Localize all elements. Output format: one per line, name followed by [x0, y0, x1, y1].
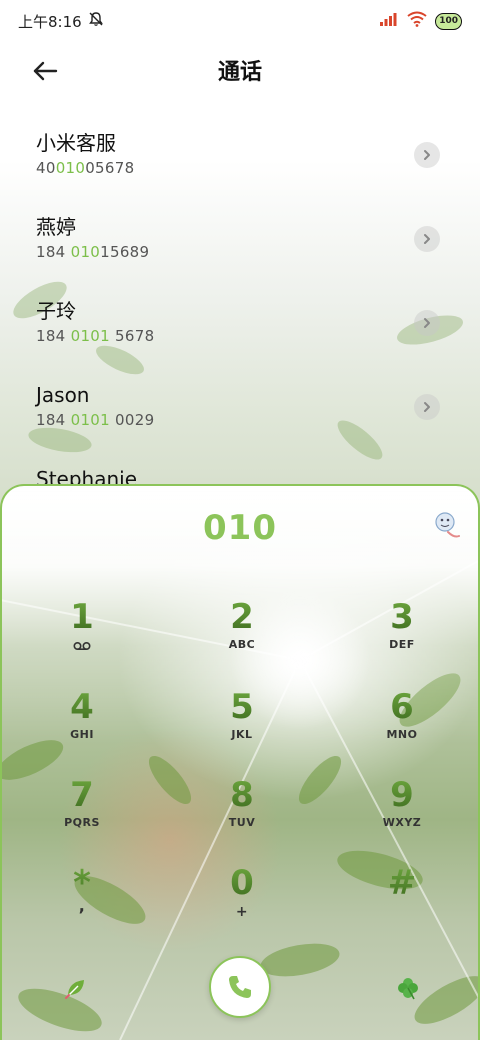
header: 通话: [0, 48, 480, 92]
number-suffix: 15689: [100, 243, 150, 261]
contact-row[interactable]: 燕婷 184 01015689: [0, 196, 480, 280]
status-right: 100: [379, 11, 462, 31]
mute-icon: [88, 11, 104, 31]
status-time: 上午8:16: [18, 12, 82, 31]
key-letters: ,: [78, 896, 86, 915]
number-match: 0101: [70, 411, 110, 429]
key-letters: MNO: [386, 728, 418, 741]
contact-row[interactable]: 小米客服 4001005678: [0, 112, 480, 196]
key-digit: 5: [230, 687, 254, 727]
key-7[interactable]: 7 PQRS: [2, 772, 162, 860]
contact-row[interactable]: Jason 184 0101 0029: [0, 364, 480, 448]
key-digit: 1: [70, 597, 94, 637]
dialed-number[interactable]: 010: [2, 508, 478, 548]
key-digit: 3: [390, 597, 414, 637]
key-5[interactable]: 5 JKL: [162, 684, 322, 772]
key-3[interactable]: 3 DEF: [322, 594, 478, 684]
key-hash[interactable]: #: [322, 860, 478, 950]
status-bar: 上午8:16 100: [0, 0, 480, 42]
battery-indicator: 100: [435, 12, 462, 30]
key-1[interactable]: 1: [2, 594, 162, 684]
key-digit: #: [387, 863, 417, 903]
key-digit: 8: [230, 775, 254, 815]
number-suffix: 0029: [109, 411, 155, 429]
key-letters: TUV: [228, 816, 256, 829]
key-6[interactable]: 6 MNO: [322, 684, 478, 772]
number-prefix: 184: [36, 411, 71, 429]
contact-detail-button[interactable]: [414, 394, 440, 420]
status-left: 上午8:16: [18, 11, 104, 32]
key-8[interactable]: 8 TUV: [162, 772, 322, 860]
phone-icon: [229, 976, 251, 998]
key-letters: WXYZ: [382, 816, 422, 829]
key-letters: DEF: [389, 638, 415, 651]
key-digit: 9: [390, 775, 414, 815]
key-2[interactable]: 2 ABC: [162, 594, 322, 684]
call-button[interactable]: [209, 956, 271, 1018]
leaf-icon[interactable]: [64, 976, 88, 1000]
number-prefix: 184: [36, 243, 71, 261]
contact-number: 4001005678: [36, 159, 480, 177]
wifi-icon: [407, 11, 427, 31]
key-digit: 0: [230, 863, 254, 903]
number-match: 0101: [70, 327, 110, 345]
number-match: 010: [55, 159, 86, 177]
contact-list: 小米客服 4001005678 燕婷 184 01015689 子玲 184 0…: [0, 112, 480, 532]
contact-detail-button[interactable]: [414, 226, 440, 252]
chevron-right-icon: [424, 234, 430, 244]
contact-number: 184 0101 0029: [36, 411, 480, 429]
key-letters: ABC: [228, 638, 256, 651]
key-4[interactable]: 4 GHI: [2, 684, 162, 772]
number-match: 010: [70, 243, 101, 261]
key-0[interactable]: 0 +: [162, 860, 322, 950]
clover-icon[interactable]: [396, 976, 420, 1000]
back-button[interactable]: [30, 56, 60, 86]
key-digit: 6: [390, 687, 414, 727]
key-9[interactable]: 9 WXYZ: [322, 772, 478, 860]
sticker-icon[interactable]: [434, 510, 460, 542]
number-prefix: 184: [36, 327, 71, 345]
key-letters: +: [235, 904, 249, 920]
key-letters: GHI: [70, 728, 94, 741]
contact-number: 184 0101 5678: [36, 327, 480, 345]
chevron-right-icon: [424, 318, 430, 328]
contact-detail-button[interactable]: [414, 310, 440, 336]
number-prefix: 40: [36, 159, 56, 177]
contact-detail-button[interactable]: [414, 142, 440, 168]
number-suffix: 05678: [85, 159, 135, 177]
key-letters: PQRS: [64, 816, 100, 829]
dialer-panel: 010 1 2 ABC 3 DEF 4 GHI 5 JKL 6 MNO 7 PQ…: [0, 484, 480, 1040]
chevron-right-icon: [424, 402, 430, 412]
key-digit: 7: [70, 775, 94, 815]
key-digit: 2: [230, 597, 254, 637]
key-letters: JKL: [231, 728, 253, 741]
contact-row[interactable]: 子玲 184 0101 5678: [0, 280, 480, 364]
signal-icon: [379, 12, 399, 30]
voicemail-icon: [73, 636, 91, 655]
contact-number: 184 01015689: [36, 243, 480, 261]
page-title: 通话: [217, 60, 262, 85]
key-digit: 4: [70, 687, 94, 727]
key-star[interactable]: * ,: [2, 860, 162, 950]
arrow-left-icon: [33, 61, 58, 81]
chevron-right-icon: [424, 150, 430, 160]
number-suffix: 5678: [109, 327, 155, 345]
keypad: 1 2 ABC 3 DEF 4 GHI 5 JKL 6 MNO 7 PQRS 8…: [2, 594, 478, 950]
dialer-bottom-bar: [2, 956, 478, 1026]
